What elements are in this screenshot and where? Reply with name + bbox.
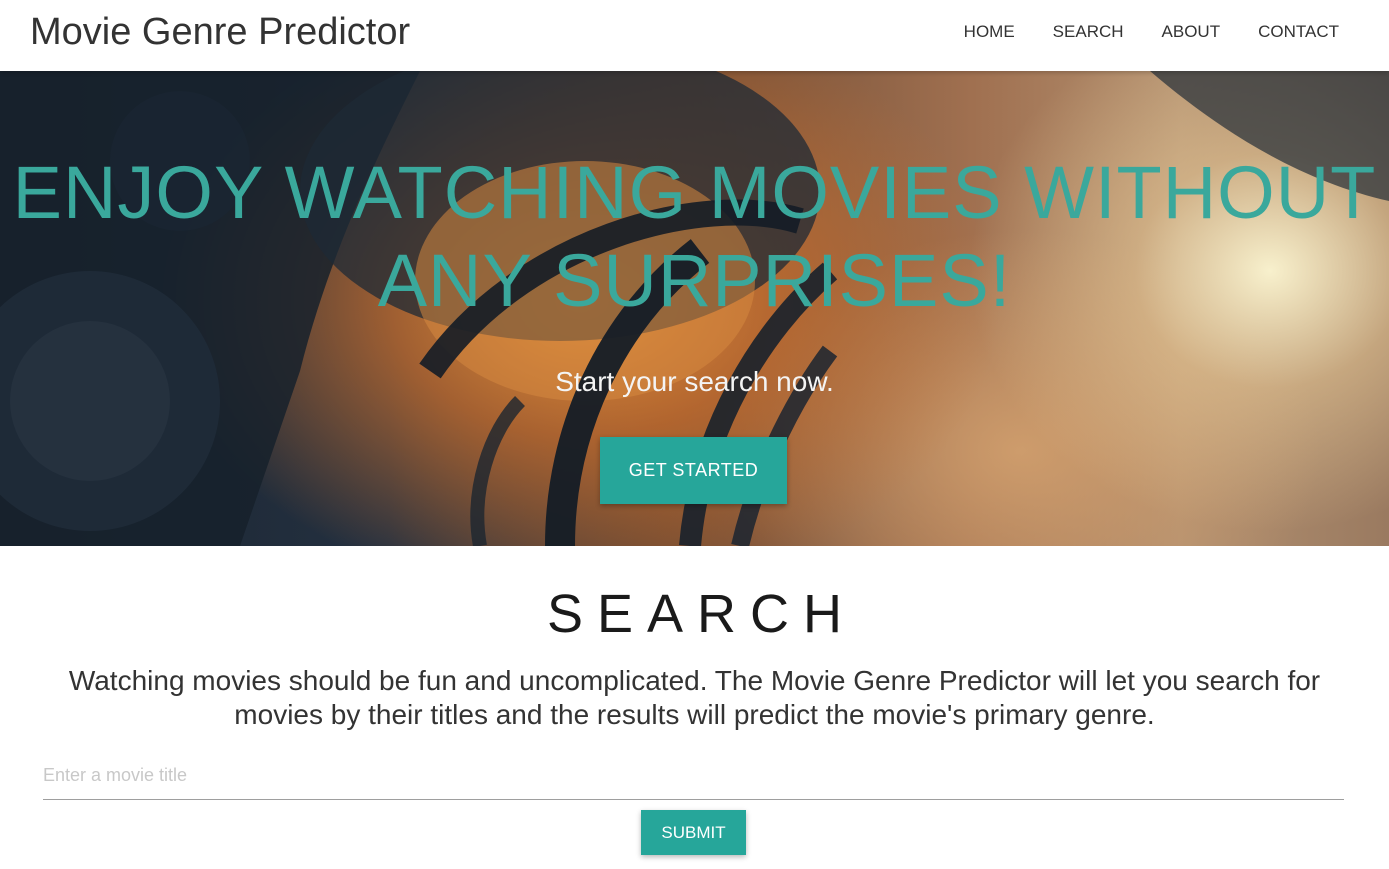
submit-button[interactable]: SUBMIT [641, 810, 746, 855]
get-started-button[interactable]: GET STARTED [600, 437, 787, 504]
search-description: Watching movies should be fun and uncomp… [68, 665, 1321, 730]
movie-title-input[interactable] [43, 752, 1344, 800]
nav-links: HOME SEARCH ABOUT CONTACT [964, 0, 1339, 64]
hero-banner: ENJOY WATCHING MOVIES WITHOUT ANY SURPRI… [0, 71, 1389, 546]
nav-link-search[interactable]: SEARCH [1053, 22, 1124, 42]
hero-subtitle: Start your search now. [555, 366, 834, 397]
hero-title-line2: ANY SURPRISES! [377, 239, 1012, 322]
nav-link-contact[interactable]: CONTACT [1258, 22, 1339, 42]
search-section-heading: SEARCH [546, 584, 857, 644]
nav-link-home[interactable]: HOME [964, 22, 1015, 42]
brand-logo-link[interactable]: Movie Genre Predictor [30, 11, 410, 54]
hero-title-line1: ENJOY WATCHING MOVIES WITHOUT [12, 151, 1377, 234]
navbar: Movie Genre Predictor HOME SEARCH ABOUT … [0, 0, 1389, 71]
hero-title: ENJOY WATCHING MOVIES WITHOUT ANY SURPRI… [0, 149, 1389, 325]
nav-link-about[interactable]: ABOUT [1162, 22, 1221, 42]
